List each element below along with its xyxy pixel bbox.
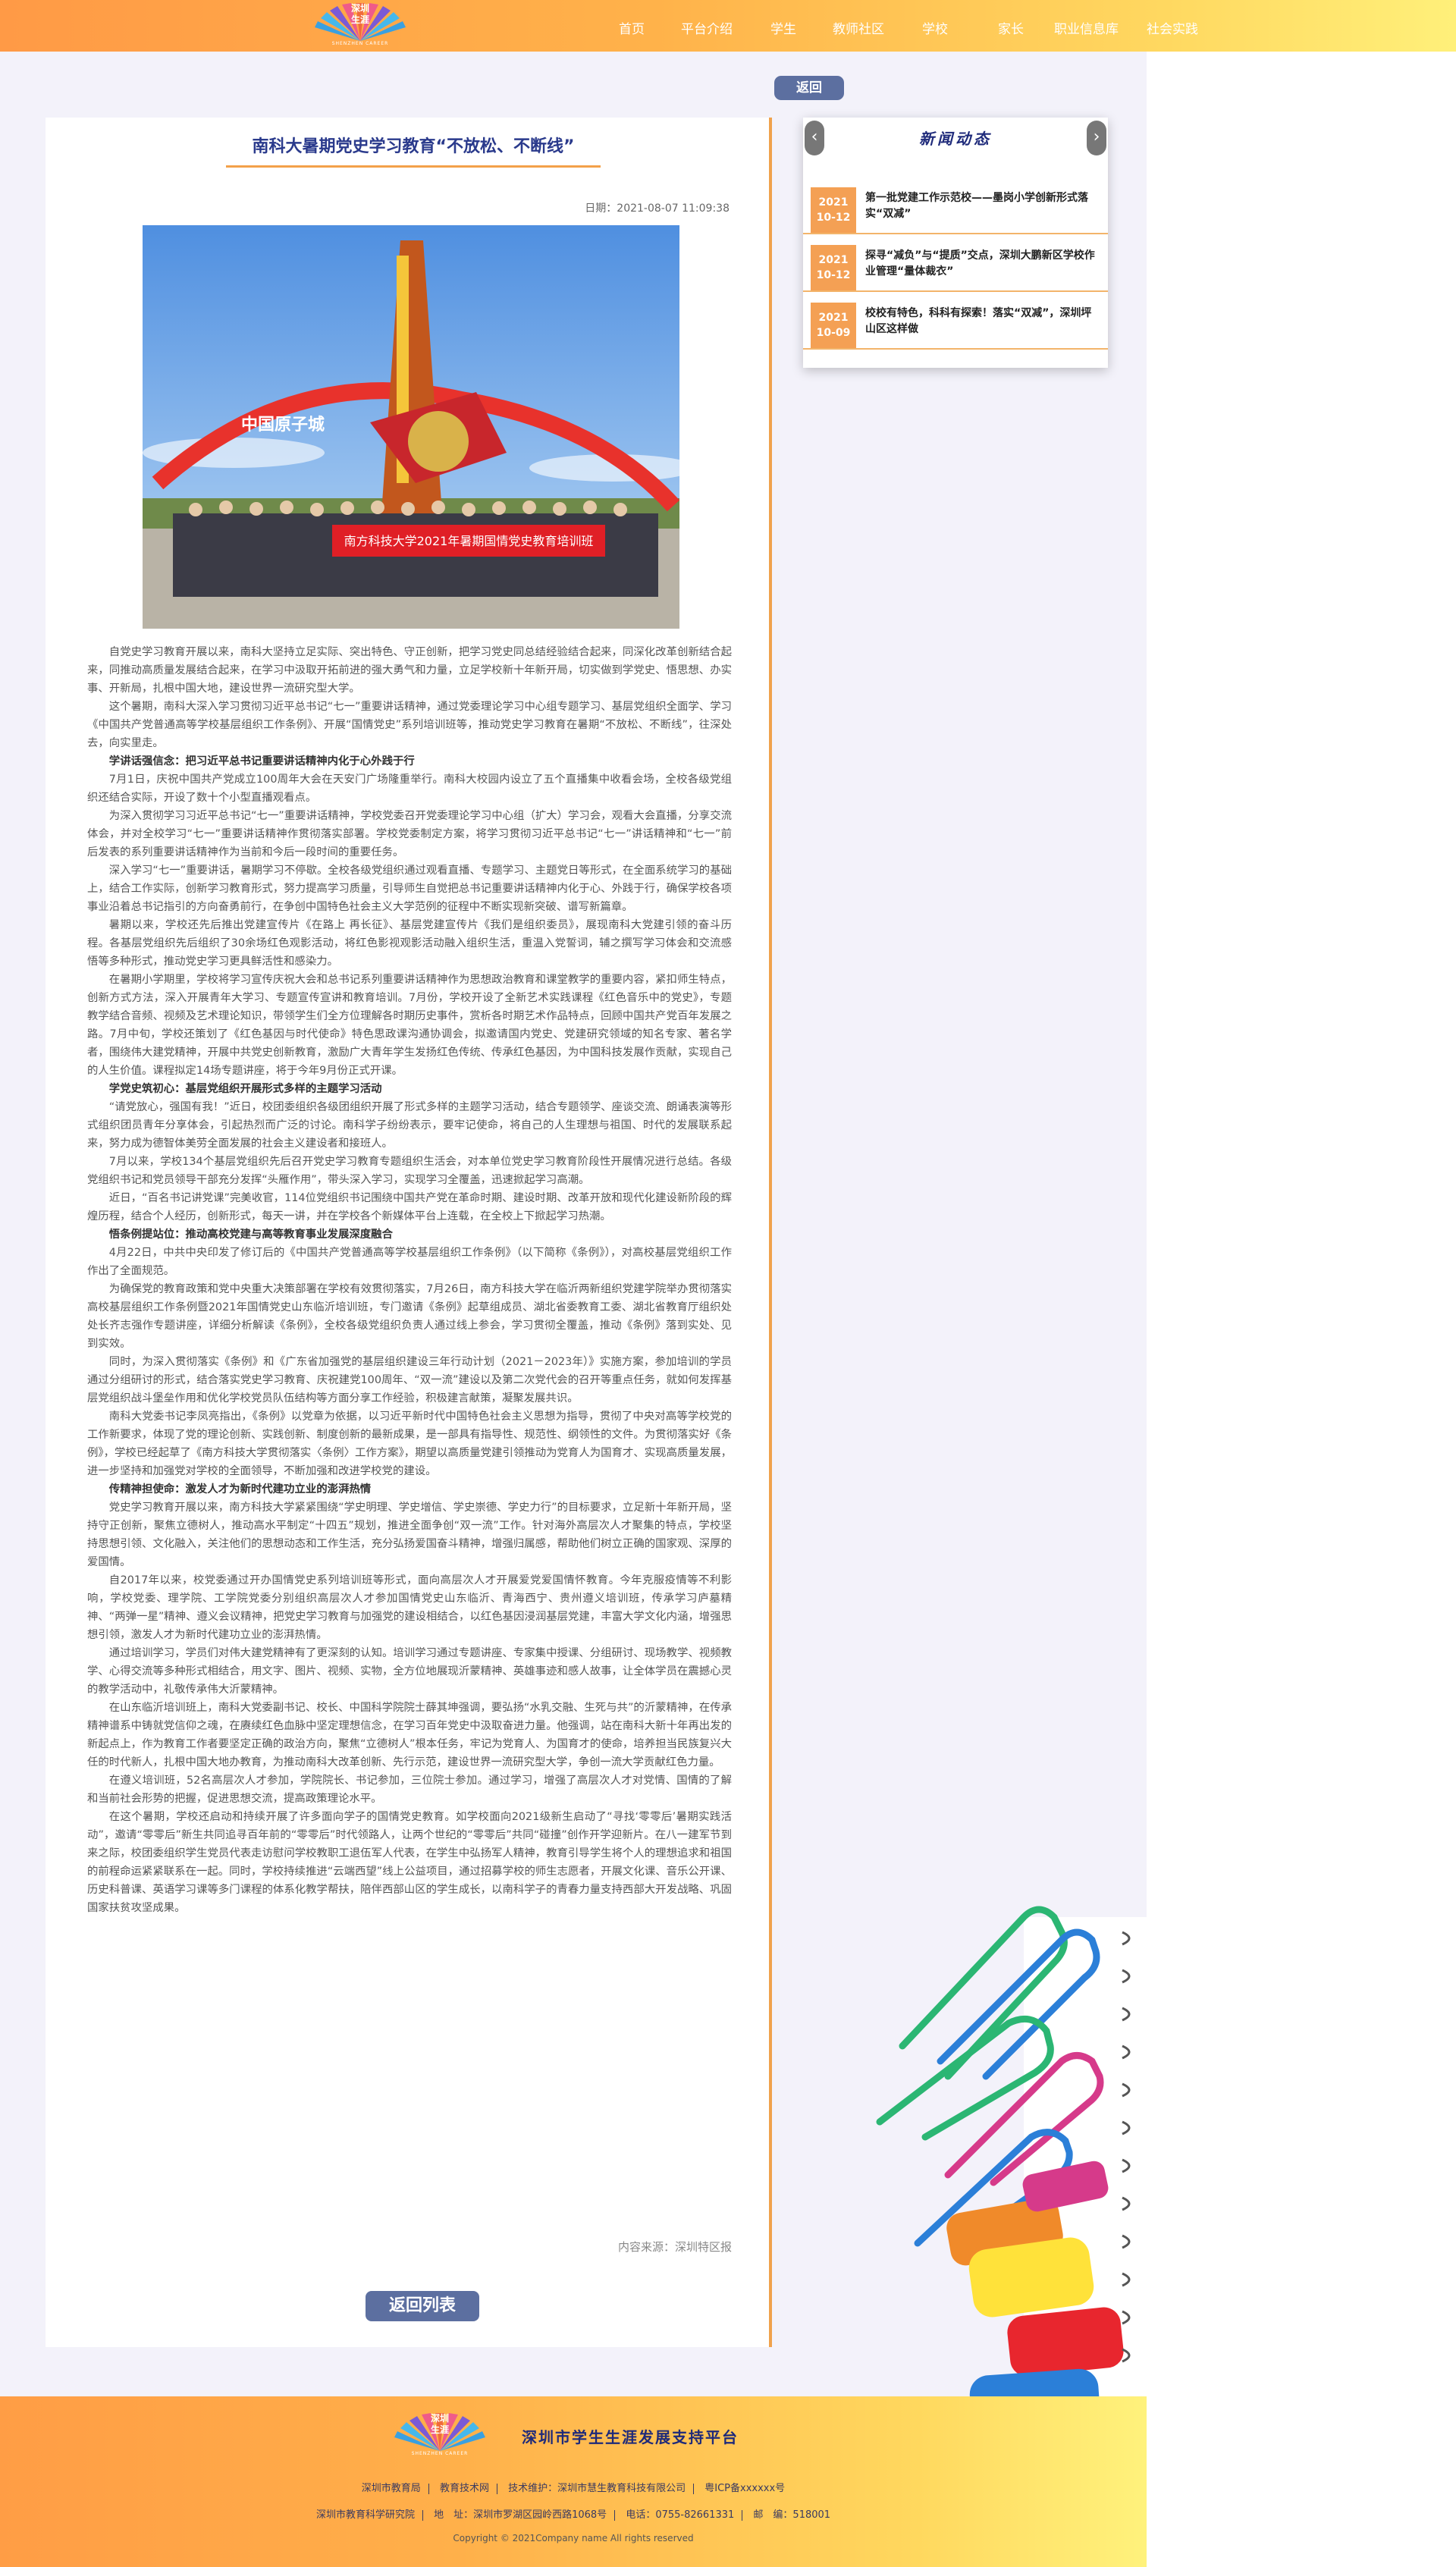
article-paragraph: 为确保党的教育政策和党中央重大决策部署在学校有效贯彻落实，7月26日，南方科技大… <box>87 1283 732 1350</box>
article-divider <box>769 118 772 2347</box>
footer-logo-subtitle: SHENZHEN CAREER <box>411 2451 469 2456</box>
logo-name: 深圳 生涯 <box>350 3 369 25</box>
footer-right-margin <box>1147 2396 1456 2567</box>
news-title[interactable]: 校校有特色，科科有探索！落实“双减”，深圳坪山区这样做 <box>865 306 1099 337</box>
article-paragraph: 7月以来，学校134个基层党组织先后召开党史学习教育专题组织生活会，对本单位党史… <box>87 1156 732 1186</box>
news-prev-button[interactable]: ‹ <box>805 121 824 155</box>
section-heading: 传精神担使命：激发人才为新时代建功立业的澎湃热情 <box>108 1483 372 1495</box>
footer-icp[interactable]: 粤ICP备xxxxxx号 <box>704 2483 785 2494</box>
nav-teacher-community[interactable]: 教师社区 <box>833 18 884 37</box>
footer-phone: 电话：0755-82661331 <box>626 2509 735 2521</box>
nav-social-practice[interactable]: 社会实践 <box>1147 18 1198 37</box>
news-year: 2021 <box>818 312 849 324</box>
footer-text: 技术维护：深圳市慧生教育科技有限公司 <box>508 2483 686 2494</box>
group-photo-image: 南方科技大学2021年暑期国情党史教育培训班 中国原子城 <box>143 225 679 629</box>
site-logo[interactable]: 深圳 生涯 SHENZHEN CAREER <box>307 2 413 49</box>
section-heading: 学党史筑初心：基层党组织开展形式多样的主题学习活动 <box>108 1083 382 1095</box>
nav-home[interactable]: 首页 <box>619 18 645 37</box>
news-date-badge: 2021 10-12 <box>811 187 856 233</box>
news-next-button[interactable]: › <box>1087 121 1106 155</box>
article-paragraph: 南科大党委书记李凤亮指出，《条例》以党章为依据，以习近平新时代中国特色社会主义思… <box>87 1411 732 1477</box>
footer-postcode: 邮 编：518001 <box>753 2509 831 2521</box>
footer-links-row-2: 深圳市教育科学研究院 地 址：深圳市罗湖区园岭西路1068号 电话：0755-8… <box>0 2506 1147 2521</box>
photo-sign-text: 中国原子城 <box>241 415 325 435</box>
article-paragraph: 7月1日，庆祝中国共产党成立100周年大会在天安门广场隆重举行。南科大校园内设立… <box>87 774 732 804</box>
article-paragraph: 这个暑期，南科大深入学习贯彻习近平总书记“七一”重要讲话精神，通过党委理论学习中… <box>87 701 732 749</box>
article-paragraph: 同时，为深入贯彻落实《条例》和《广东省加强党的基层组织建设三年行动计划（2021… <box>87 1356 732 1404</box>
nav-parent[interactable]: 家长 <box>998 18 1024 37</box>
news-panel: ‹ › 新闻动态 2021 10-12 第一批党建工作示范校——墨岗小学创新形式… <box>803 118 1108 368</box>
news-date: 10-09 <box>816 327 851 339</box>
footer-links-row-1: 深圳市教育局 教育技术网 技术维护：深圳市慧生教育科技有限公司 粤ICP备xxx… <box>0 2480 1147 2494</box>
article-title: 南科大暑期党史学习教育“不放松、不断线” <box>252 137 575 156</box>
back-to-list-button[interactable]: 返回列表 <box>366 2291 479 2321</box>
footer-address: 地 址：深圳市罗湖区园岭西路1068号 <box>434 2509 607 2521</box>
article-paragraph: 近日，“百名书记讲党课”完美收官，114位党组织书记围绕中国共产党在革命时期、建… <box>87 1192 732 1222</box>
news-item[interactable]: 2021 10-12 探寻“减负”与“提质”交点，深圳大鹏新区学校作业管理“量体… <box>803 236 1108 292</box>
footer-link[interactable]: 深圳市教育局 <box>362 2483 421 2494</box>
photo-banner-text: 南方科技大学2021年暑期国情党史教育培训班 <box>344 534 594 548</box>
nav-platform[interactable]: 平台介绍 <box>681 18 733 37</box>
news-date: 10-12 <box>816 212 851 224</box>
paper-clips-decoration-icon <box>876 1906 1147 2396</box>
footer-logo: 深圳 生涯 SHENZHEN CAREER <box>387 2412 493 2459</box>
news-year: 2021 <box>818 196 849 209</box>
article-paragraph: 自2017年以来，校党委通过开办国情党史系列培训班等形式，面向高层次人才开展爱党… <box>87 1574 732 1641</box>
article-paragraph: 深入学习“七一”重要讲话，暑期学习不停歇。全校各级党组织通过观看直播、专题学习、… <box>87 865 732 913</box>
section-heading: 悟条例提站位：推动高校党建与高等教育事业发展深度融合 <box>108 1229 393 1241</box>
article-source: 内容来源：深圳特区报 <box>617 2240 732 2254</box>
news-date-badge: 2021 10-12 <box>811 245 856 290</box>
nav-student[interactable]: 学生 <box>770 18 796 37</box>
article-photo: 南方科技大学2021年暑期国情党史教育培训班 中国原子城 <box>143 225 679 629</box>
article-paragraph: 通过培训学习，学员们对伟大建党精神有了更深刻的认知。培训学习通过专题讲座、专家集… <box>87 1647 732 1696</box>
news-date-badge: 2021 10-09 <box>811 303 856 348</box>
footer-text: 深圳市教育科学研究院 <box>315 2509 415 2521</box>
back-button[interactable]: 返回 <box>774 76 844 100</box>
news-year: 2021 <box>818 254 849 266</box>
article-paragraph: 在这个暑期，学校还启动和持续开展了许多面向学子的国情党史教育。如学校面向2021… <box>87 1811 732 1914</box>
footer: 深圳 生涯 SHENZHEN CAREER 深圳市学生生涯发展支持平台 深圳市教… <box>0 2396 1147 2567</box>
article-body: 自党史学习教育开展以来，南科大坚持立足实际、突出特色、守正创新，把学习党史同总结… <box>87 643 732 1917</box>
title-underline <box>226 165 601 168</box>
news-item[interactable]: 2021 10-09 校校有特色，科科有探索！落实“双减”，深圳坪山区这样做 <box>803 293 1108 350</box>
article-paragraph: 自党史学习教育开展以来，南科大坚持立足实际、突出特色、守正创新，把学习党史同总结… <box>87 646 732 695</box>
article-paragraph: 为深入贯彻学习习近平总书记“七一”重要讲话精神，学校党委召开党委理论学习中心组（… <box>87 810 732 858</box>
article-paragraph: 在山东临沂培训班上，南科大党委副书记、校长、中国科学院院士薛其坤强调，要弘扬“水… <box>87 1702 732 1768</box>
news-heading: 新闻动态 <box>919 130 992 148</box>
news-date: 10-12 <box>816 269 851 281</box>
article-paragraph: 暑期以来，学校还先后推出党建宣传片《在路上 再长征》、基层党建宣传片《我们是组织… <box>87 919 732 968</box>
top-navbar: 深圳 生涯 SHENZHEN CAREER 首页 平台介绍 学生 教师社区 学校… <box>0 0 1456 52</box>
section-heading: 学讲话强信念：把习近平总书记重要讲话精神内化于心外践于行 <box>108 755 415 767</box>
footer-copyright: Copyright © 2021Company name All rights … <box>453 2533 694 2543</box>
news-item[interactable]: 2021 10-12 第一批党建工作示范校——墨岗小学创新形式落实“双减” <box>803 178 1108 234</box>
article-paragraph: 党史学习教育开展以来，南方科技大学紧紧围绕“学史明理、学史增信、学史崇德、学史力… <box>87 1502 732 1568</box>
footer-title: 深圳市学生生涯发展支持平台 <box>522 2428 739 2446</box>
nav-school[interactable]: 学校 <box>922 18 948 37</box>
article-paragraph: “请党放心，强国有我！”近日，校团委组织各级团组织开展了形式多样的主题学习活动，… <box>87 1101 732 1150</box>
article-paragraph: 4月22日，中共中央印发了修订后的《中国共产党普通高等学校基层组织工作条例》（以… <box>87 1247 732 1277</box>
news-title[interactable]: 第一批党建工作示范校——墨岗小学创新形式落实“双减” <box>865 190 1099 222</box>
logo-subtitle: SHENZHEN CAREER <box>331 41 389 46</box>
right-margin <box>1147 52 1456 2396</box>
news-title[interactable]: 探寻“减负”与“提质”交点，深圳大鹏新区学校作业管理“量体裁衣” <box>865 248 1099 280</box>
nav-career-library[interactable]: 职业信息库 <box>1054 18 1119 37</box>
article-date: 日期：2021-08-07 11:09:38 <box>585 202 730 215</box>
article-paragraph: 在暑期小学期里，学校将学习宣传庆祝大会和总书记系列重要讲话精神作为思想政治教育和… <box>87 974 732 1077</box>
article-paragraph: 在遵义培训班，52名高层次人才参加，学院院长、书记参加，三位院士参加。通过学习，… <box>87 1775 732 1805</box>
footer-logo-name: 深圳 生涯 <box>430 2413 449 2435</box>
footer-link[interactable]: 教育技术网 <box>440 2483 489 2494</box>
